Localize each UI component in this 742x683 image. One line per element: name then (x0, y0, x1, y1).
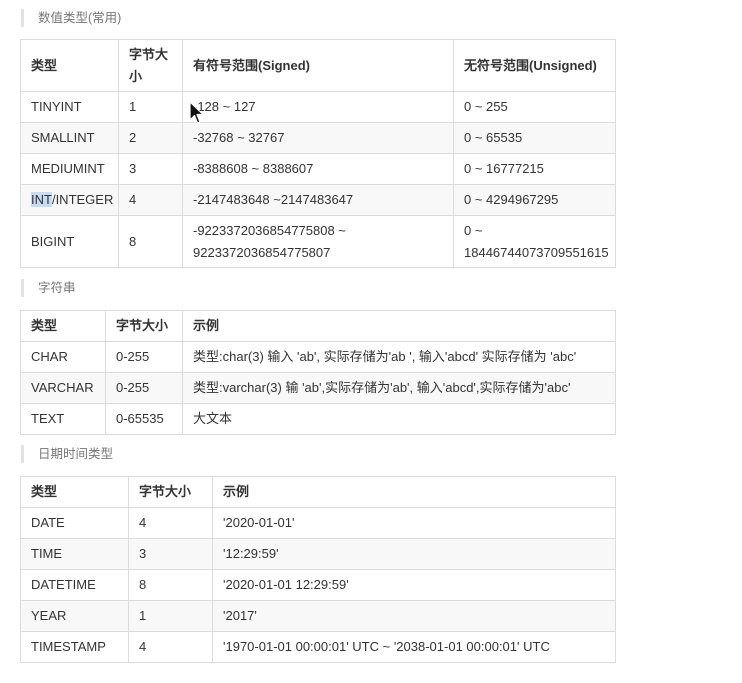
section-title-string: 字符串 (21, 279, 76, 297)
table-cell: -32768 ~ 32767 (182, 122, 454, 154)
table-cell: INT/INTEGER (20, 184, 119, 216)
table-cell: -9223372036854775808 ~ 92233720368547758… (182, 215, 454, 268)
mouse-pointer-icon (189, 101, 205, 125)
header-cell: 示例 (182, 310, 616, 342)
header-cell: 类型 (20, 476, 129, 508)
table-cell: 0 ~ 16777215 (453, 153, 616, 185)
table-cell: SMALLINT (20, 122, 119, 154)
table-cell: 8 (118, 215, 183, 268)
table-cell: '2020-01-01' (212, 507, 616, 539)
table-cell: 2 (118, 122, 183, 154)
header-cell: 字节大小 (105, 310, 183, 342)
table-cell: '12:29:59' (212, 538, 616, 570)
table-cell: 1 (128, 600, 213, 632)
numeric-types-table: 类型 字节大小 有符号范围(Signed) 无符号范围(Unsigned) TI… (20, 39, 616, 268)
table-header-row: 类型 字节大小 示例 (20, 476, 616, 508)
table-cell: CHAR (20, 341, 106, 373)
table-cell: 0 ~ 4294967295 (453, 184, 616, 216)
header-cell: 示例 (212, 476, 616, 508)
table-header-row: 类型 字节大小 示例 (20, 310, 616, 342)
table-cell: -128 ~ 127 (182, 91, 454, 123)
header-cell: 类型 (20, 310, 106, 342)
table-row: TEXT 0-65535 大文本 (20, 403, 616, 435)
table-row: DATETIME 8 '2020-01-01 12:29:59' (20, 569, 616, 601)
table-cell: TIME (20, 538, 129, 570)
table-cell: 大文本 (182, 403, 616, 435)
table-header-row: 类型 字节大小 有符号范围(Signed) 无符号范围(Unsigned) (20, 39, 616, 92)
table-cell: 0 ~ 65535 (453, 122, 616, 154)
table-cell: DATE (20, 507, 129, 539)
table-cell: 4 (128, 507, 213, 539)
table-cell: '1970-01-01 00:00:01' UTC ~ '2038-01-01 … (212, 631, 616, 663)
table-cell: 3 (118, 153, 183, 185)
header-cell: 有符号范围(Signed) (182, 39, 454, 92)
table-cell: 8 (128, 569, 213, 601)
table-cell: '2017' (212, 600, 616, 632)
table-cell: BIGINT (20, 215, 119, 268)
table-cell: 4 (128, 631, 213, 663)
table-row: TINYINT 1 -128 ~ 127 0 ~ 255 (20, 91, 616, 123)
table-cell: DATETIME (20, 569, 129, 601)
table-cell: 0-255 (105, 372, 183, 404)
table-cell: TIMESTAMP (20, 631, 129, 663)
table-cell: '2020-01-01 12:29:59' (212, 569, 616, 601)
table-row: DATE 4 '2020-01-01' (20, 507, 616, 539)
table-cell: -2147483648 ~2147483647 (182, 184, 454, 216)
table-cell: 0-65535 (105, 403, 183, 435)
table-row: INT/INTEGER 4 -2147483648 ~2147483647 0 … (20, 184, 616, 216)
table-cell: 0 ~ 255 (453, 91, 616, 123)
table-cell: TINYINT (20, 91, 119, 123)
header-cell: 字节大小 (128, 476, 213, 508)
header-cell: 无符号范围(Unsigned) (453, 39, 616, 92)
selected-text[interactable]: INT (31, 192, 52, 207)
table-cell: 0-255 (105, 341, 183, 373)
string-types-table: 类型 字节大小 示例 CHAR 0-255 类型:char(3) 输入 'ab'… (20, 310, 616, 435)
table-cell: VARCHAR (20, 372, 106, 404)
table-row: TIMESTAMP 4 '1970-01-01 00:00:01' UTC ~ … (20, 631, 616, 663)
table-cell: 4 (118, 184, 183, 216)
table-cell: 类型:char(3) 输入 'ab', 实际存储为'ab ', 输入'abcd'… (182, 341, 616, 373)
table-cell: YEAR (20, 600, 129, 632)
header-cell: 字节大小 (118, 39, 183, 92)
table-row: VARCHAR 0-255 类型:varchar(3) 输 'ab',实际存储为… (20, 372, 616, 404)
table-cell: -8388608 ~ 8388607 (182, 153, 454, 185)
table-row: BIGINT 8 -9223372036854775808 ~ 92233720… (20, 215, 616, 268)
table-row: TIME 3 '12:29:59' (20, 538, 616, 570)
table-cell: 1 (118, 91, 183, 123)
table-row: YEAR 1 '2017' (20, 600, 616, 632)
table-row: SMALLINT 2 -32768 ~ 32767 0 ~ 65535 (20, 122, 616, 154)
table-cell: 类型:varchar(3) 输 'ab',实际存储为'ab', 输入'abcd'… (182, 372, 616, 404)
section-title-datetime: 日期时间类型 (21, 445, 113, 463)
table-cell: MEDIUMINT (20, 153, 119, 185)
cell-text: /INTEGER (51, 192, 114, 207)
table-row: MEDIUMINT 3 -8388608 ~ 8388607 0 ~ 16777… (20, 153, 616, 185)
table-cell: TEXT (20, 403, 106, 435)
table-row: CHAR 0-255 类型:char(3) 输入 'ab', 实际存储为'ab … (20, 341, 616, 373)
table-cell: 3 (128, 538, 213, 570)
table-cell: 0 ~ 18446744073709551615 (453, 215, 616, 268)
datetime-types-table: 类型 字节大小 示例 DATE 4 '2020-01-01' TIME 3 '1… (20, 476, 616, 663)
section-title-numeric: 数值类型(常用) (21, 9, 121, 27)
header-cell: 类型 (20, 39, 119, 92)
